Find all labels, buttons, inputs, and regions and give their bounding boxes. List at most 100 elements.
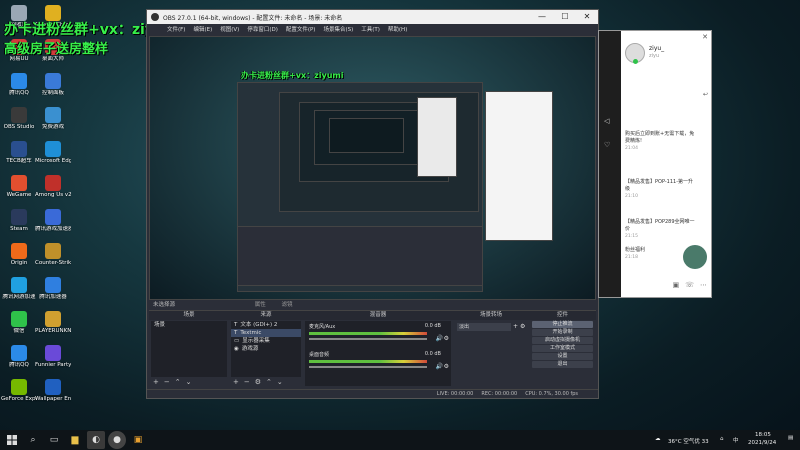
search-icon[interactable]: ⌕ (24, 431, 42, 449)
desktop-icon[interactable]: PLAYERUNKNOWN BATTLEG (35, 308, 71, 342)
desktop-icon[interactable]: Wallpaper Engine (35, 376, 71, 410)
desktop-icon[interactable]: 腾讯加速器 (36, 274, 70, 308)
clock-time[interactable]: 18:05 (755, 432, 771, 438)
close-button[interactable]: ✕ (577, 10, 597, 24)
desktop-icon[interactable]: WeGame (2, 172, 36, 206)
desktop-icon[interactable]: Microsoft Edge (35, 138, 71, 172)
add-transition-icon[interactable]: + (513, 323, 518, 330)
heart-icon[interactable]: ♡ (604, 141, 610, 149)
menu-help[interactable]: 帮助(H) (388, 25, 407, 33)
filters-button[interactable]: 滤镜 (282, 302, 293, 308)
desktop-icon[interactable]: TECB超车 (2, 138, 36, 172)
volume-slider[interactable] (309, 366, 427, 368)
weather-icon[interactable]: ☁ (655, 436, 661, 442)
gear-icon[interactable]: ⚙ (255, 378, 261, 387)
desktop-icon-label: Among Us v2020 (35, 192, 71, 198)
desktop-icon[interactable]: GeForce Experience (1, 376, 37, 410)
desktop-icon[interactable]: Steam (2, 206, 36, 240)
settings-button[interactable]: 设置 (532, 353, 593, 360)
desktop-icon[interactable]: Funnier Party (35, 342, 71, 376)
image-icon[interactable]: ▣ (673, 281, 680, 291)
remove-source-icon[interactable]: − (244, 378, 250, 387)
desktop-icon[interactable]: Origin (2, 240, 36, 274)
menu-docks[interactable]: 停靠窗口(D) (247, 25, 278, 33)
taskbar-app-icon[interactable]: ▣ (129, 431, 147, 449)
speaker-icon[interactable]: 🔊 (436, 363, 443, 370)
source-item[interactable]: T 文本 (GDI+) 2 (231, 321, 301, 329)
desktop-icon[interactable]: Among Us v2020 (35, 172, 71, 206)
gear-icon[interactable]: ⚙ (444, 335, 449, 342)
product-thumbnail[interactable] (683, 245, 707, 269)
close-icon[interactable]: ✕ (702, 33, 708, 41)
back-icon[interactable]: ↩ (703, 91, 708, 98)
desktop-icon[interactable]: 腾讯QQ (2, 70, 36, 104)
desktop-icon[interactable]: 免费游戏 (36, 104, 70, 138)
more-icon[interactable]: ⋯ (700, 281, 707, 291)
obs-taskbar-icon[interactable]: ● (108, 431, 126, 449)
menu-file[interactable]: 文件(F) (167, 25, 185, 33)
nested-chat-window (485, 91, 553, 241)
add-scene-icon[interactable]: + (153, 378, 159, 387)
menu-scene-collection[interactable]: 场景集合(S) (323, 25, 353, 33)
start-virtual-camera-button[interactable]: 启动虚拟摄像机 (532, 337, 593, 344)
add-source-icon[interactable]: + (233, 378, 239, 387)
move-up-icon[interactable]: ⌃ (266, 378, 272, 387)
desktop-icon-label: 腾讯加速器 (39, 294, 67, 300)
desktop-icon-area: 回收站 网易UU 腾讯QQ OBS Studio TECB超车 WeGame Steam Or… (0, 0, 150, 430)
speaker-icon[interactable]: 🔊 (436, 335, 443, 342)
task-view-icon[interactable]: ▭ (45, 431, 63, 449)
desktop-icon[interactable]: OBS Studio (2, 104, 36, 138)
source-item-label: 文本 (GDI+) 2 (240, 322, 278, 328)
source-item-selected[interactable]: T Textmic (231, 329, 301, 337)
windows-icon[interactable] (3, 431, 21, 449)
desktop-icon[interactable]: 腾讯游戏加速器 (35, 206, 71, 240)
obs-preview-canvas[interactable]: 办卡进粉丝群+vx：ziyumi (149, 36, 596, 300)
menu-tools[interactable]: 工具(T) (361, 25, 380, 33)
source-item[interactable]: ◉ 游戏源 (231, 345, 301, 353)
desktop-icon-label: 免费游戏 (41, 124, 64, 130)
share-icon[interactable]: ◁ (604, 117, 609, 125)
scene-item[interactable]: 场景 (151, 321, 227, 329)
app-icon (45, 107, 61, 123)
stop-streaming-button[interactable]: 停止推流 (532, 321, 593, 328)
gear-icon[interactable]: ⚙ (444, 363, 449, 370)
transition-select[interactable]: 淡出 (457, 323, 511, 331)
menu-edit[interactable]: 编辑(E) (193, 25, 212, 33)
nested-chat-window-2 (417, 97, 457, 177)
gear-icon[interactable]: ⚙ (520, 323, 525, 330)
move-up-icon[interactable]: ⌃ (175, 378, 181, 387)
studio-mode-button[interactable]: 工作室模式 (532, 345, 593, 352)
windows-taskbar: ⌕ ▭ ▆ ◐ ● ▣ ☁ 36°C 空气优 33 ⌂ 中 18:05 2021… (0, 430, 800, 450)
desktop-icon[interactable]: 控制面板 (36, 70, 70, 104)
desktop-icon-label: 腾讯网游加速 (2, 294, 36, 300)
menu-profile[interactable]: 配置文件(P) (286, 25, 316, 33)
exit-button[interactable]: 退出 (532, 361, 593, 368)
sources-dock-title: 来源 (229, 311, 303, 320)
remove-scene-icon[interactable]: − (164, 378, 170, 387)
move-down-icon[interactable]: ⌄ (277, 378, 283, 387)
start-recording-button[interactable]: 开始录制 (532, 329, 593, 336)
properties-button[interactable]: 属性 (255, 302, 266, 308)
weather-text[interactable]: 36°C 空气优 33 (668, 437, 709, 445)
ime-indicator[interactable]: 中 (733, 436, 739, 444)
message-text: 【精品发售】POP-111-第一升级 (625, 179, 694, 192)
maximize-button[interactable]: ☐ (555, 10, 575, 24)
notification-icon[interactable]: ▤ (788, 435, 793, 441)
desktop-icon[interactable]: 腾讯QQ (2, 342, 36, 376)
text-source-icon: T (234, 322, 238, 328)
desktop-icon[interactable]: 腾讯网游加速 (2, 274, 36, 308)
volume-slider[interactable] (309, 338, 427, 340)
file-explorer-icon[interactable]: ▆ (66, 431, 84, 449)
move-down-icon[interactable]: ⌄ (186, 378, 192, 387)
desktop-icon[interactable]: Counter-Strike Global (35, 240, 71, 274)
obs-window-title: OBS 27.0.1 (64-bit, windows) - 配置文件: 未命名… (163, 14, 343, 22)
clock-date[interactable]: 2021/9/24 (748, 440, 776, 446)
app-icon (11, 209, 27, 225)
desktop-icon[interactable]: 微信 (2, 308, 36, 342)
phone-icon[interactable]: ☏ (685, 281, 694, 291)
menu-view[interactable]: 视图(V) (220, 25, 239, 33)
minimize-button[interactable]: — (532, 10, 552, 24)
network-icon[interactable]: ⌂ (720, 436, 724, 442)
source-item[interactable]: ▭ 显示器采集 (231, 337, 301, 345)
taskbar-app-icon[interactable]: ◐ (87, 431, 105, 449)
